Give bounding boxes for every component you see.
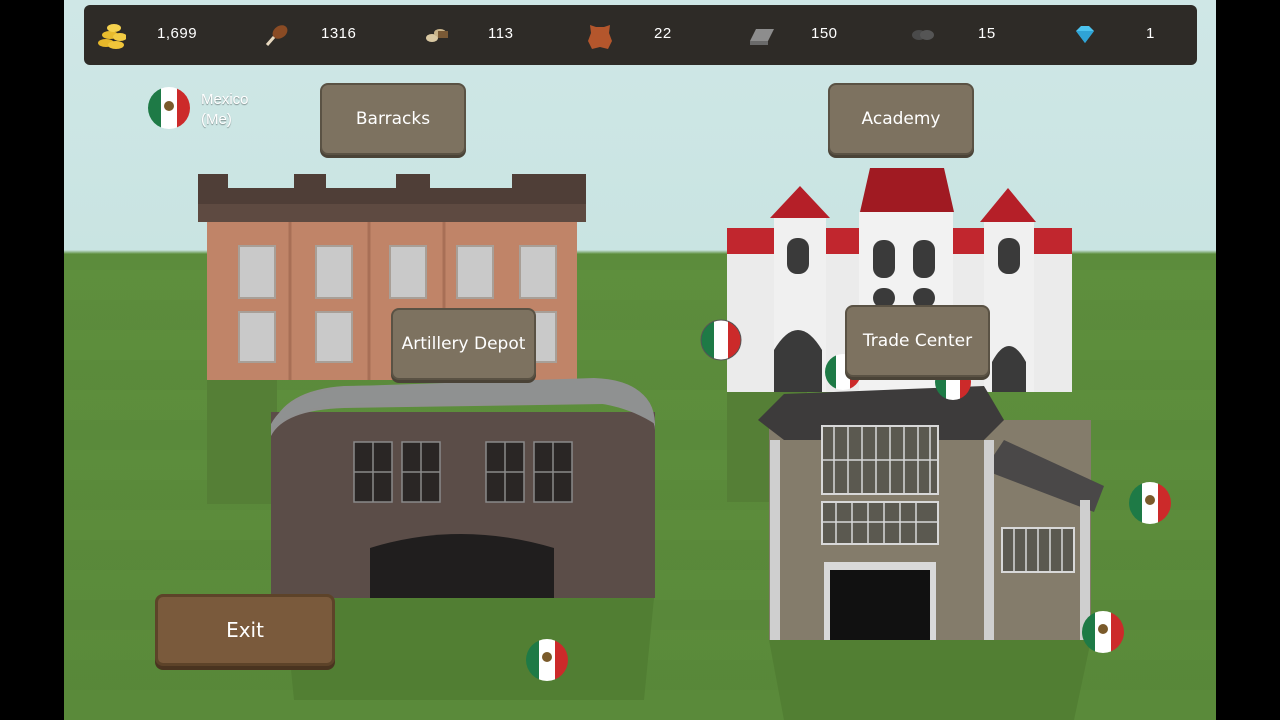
countryball-icon[interactable] xyxy=(1126,482,1174,526)
exit-button[interactable]: Exit xyxy=(155,594,335,666)
player-name: Mexico (Me) xyxy=(201,91,249,128)
diamond-icon xyxy=(1076,26,1094,43)
artillery-depot-sign[interactable]: Artillery Depot xyxy=(391,308,536,380)
barracks-sign[interactable]: Barracks xyxy=(320,83,466,155)
mexico-flag-icon xyxy=(148,87,190,129)
drumstick-icon xyxy=(265,25,288,46)
resource-bar: 1,699 1316 113 22 150 15 1 xyxy=(84,5,1197,65)
trade-center-building[interactable] xyxy=(758,386,1104,720)
food-value: 1316 xyxy=(321,25,357,42)
iron-ingot-icon xyxy=(750,29,774,45)
academy-sign[interactable]: Academy xyxy=(828,83,974,155)
leather-value: 22 xyxy=(654,25,672,42)
coal-icon xyxy=(912,30,934,40)
countryball-icon[interactable] xyxy=(699,318,743,362)
countryball-icon[interactable] xyxy=(1079,610,1127,654)
gold-coins-icon xyxy=(98,24,126,49)
leather-hide-icon xyxy=(588,25,612,49)
wood-logs-icon xyxy=(426,29,448,42)
diamond-value: 1 xyxy=(1146,25,1155,42)
iron-value: 150 xyxy=(811,25,838,42)
wood-value: 113 xyxy=(488,25,514,42)
trade-center-sign[interactable]: Trade Center xyxy=(845,305,990,377)
coal-value: 15 xyxy=(978,25,996,42)
gold-value: 1,699 xyxy=(157,25,198,42)
countryball-icon[interactable] xyxy=(523,638,571,682)
player-indicator: Mexico (Me) xyxy=(146,86,249,132)
